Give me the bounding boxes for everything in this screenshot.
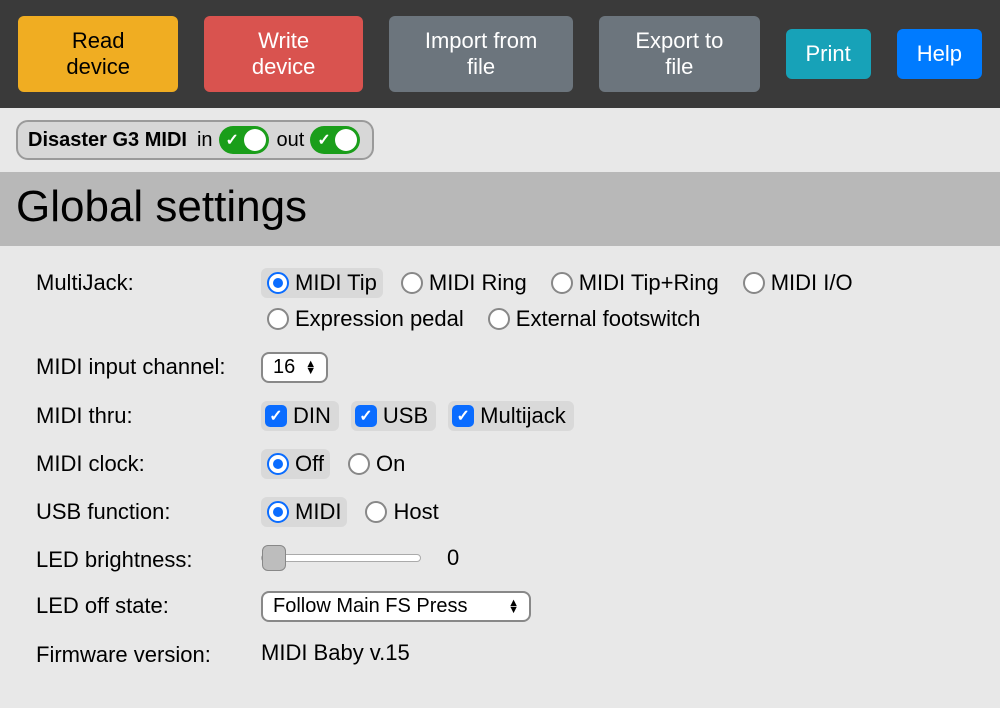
- multijack-midi-io[interactable]: MIDI I/O: [737, 268, 859, 298]
- firmware-label: Firmware version:: [36, 640, 261, 668]
- multijack-midi-tip[interactable]: MIDI Tip: [261, 268, 383, 298]
- midi-thru-label: MIDI thru:: [36, 401, 261, 429]
- usb-function-label: USB function:: [36, 497, 261, 525]
- midi-clock-off[interactable]: Off: [261, 449, 330, 479]
- midi-in-toggle[interactable]: ✓: [219, 126, 269, 154]
- led-brightness-label: LED brightness:: [36, 545, 261, 573]
- midi-thru-row: MIDI thru: ✓DIN ✓USB ✓Multijack: [36, 401, 964, 431]
- midi-input-channel-label: MIDI input channel:: [36, 352, 261, 380]
- midi-input-channel-select[interactable]: 16 ▲▼: [261, 352, 328, 383]
- multijack-external-footswitch[interactable]: External footswitch: [482, 304, 707, 334]
- multijack-row: MultiJack: MIDI Tip MIDI Ring MIDI Tip+R…: [36, 268, 964, 334]
- slider-thumb[interactable]: [262, 545, 286, 571]
- multijack-options: MIDI Tip MIDI Ring MIDI Tip+Ring MIDI I/…: [261, 268, 964, 334]
- import-file-button[interactable]: Import from file: [389, 16, 573, 92]
- led-off-state-label: LED off state:: [36, 591, 261, 619]
- global-settings: MultiJack: MIDI Tip MIDI Ring MIDI Tip+R…: [0, 246, 1000, 708]
- write-device-button[interactable]: Write device: [204, 16, 363, 92]
- export-file-button[interactable]: Export to file: [599, 16, 759, 92]
- midi-thru-usb[interactable]: ✓USB: [351, 401, 436, 431]
- midi-in-label: in: [197, 129, 213, 152]
- led-brightness-value: 0: [447, 545, 459, 571]
- led-off-state-row: LED off state: Follow Main FS Press ▲▼: [36, 591, 964, 622]
- midi-thru-multijack[interactable]: ✓Multijack: [448, 401, 574, 431]
- multijack-expression-pedal[interactable]: Expression pedal: [261, 304, 470, 334]
- midi-clock-label: MIDI clock:: [36, 449, 261, 477]
- print-button[interactable]: Print: [786, 29, 871, 79]
- usb-function-host[interactable]: Host: [359, 497, 444, 527]
- multijack-label: MultiJack:: [36, 268, 261, 296]
- midi-out-toggle[interactable]: ✓: [310, 126, 360, 154]
- device-name: Disaster G3 MIDI: [28, 129, 187, 152]
- midi-out-label: out: [277, 129, 305, 152]
- usb-function-midi[interactable]: MIDI: [261, 497, 347, 527]
- device-bar: Disaster G3 MIDI in ✓ out ✓: [0, 108, 1000, 172]
- help-button[interactable]: Help: [897, 29, 982, 79]
- led-off-state-select[interactable]: Follow Main FS Press ▲▼: [261, 591, 531, 622]
- multijack-midi-tip-ring[interactable]: MIDI Tip+Ring: [545, 268, 725, 298]
- midi-input-channel-row: MIDI input channel: 16 ▲▼: [36, 352, 964, 383]
- firmware-value: MIDI Baby v.15: [261, 640, 410, 666]
- toolbar: Read device Write device Import from fil…: [0, 0, 1000, 108]
- firmware-row: Firmware version: MIDI Baby v.15: [36, 640, 964, 668]
- midi-clock-row: MIDI clock: Off On: [36, 449, 964, 479]
- usb-function-row: USB function: MIDI Host: [36, 497, 964, 527]
- multijack-midi-ring[interactable]: MIDI Ring: [395, 268, 533, 298]
- led-brightness-slider[interactable]: [261, 554, 421, 562]
- midi-thru-din[interactable]: ✓DIN: [261, 401, 339, 431]
- section-title: Global settings: [0, 172, 1000, 246]
- led-brightness-row: LED brightness: 0: [36, 545, 964, 573]
- device-chip: Disaster G3 MIDI in ✓ out ✓: [16, 120, 374, 160]
- read-device-button[interactable]: Read device: [18, 16, 178, 92]
- midi-clock-on[interactable]: On: [342, 449, 411, 479]
